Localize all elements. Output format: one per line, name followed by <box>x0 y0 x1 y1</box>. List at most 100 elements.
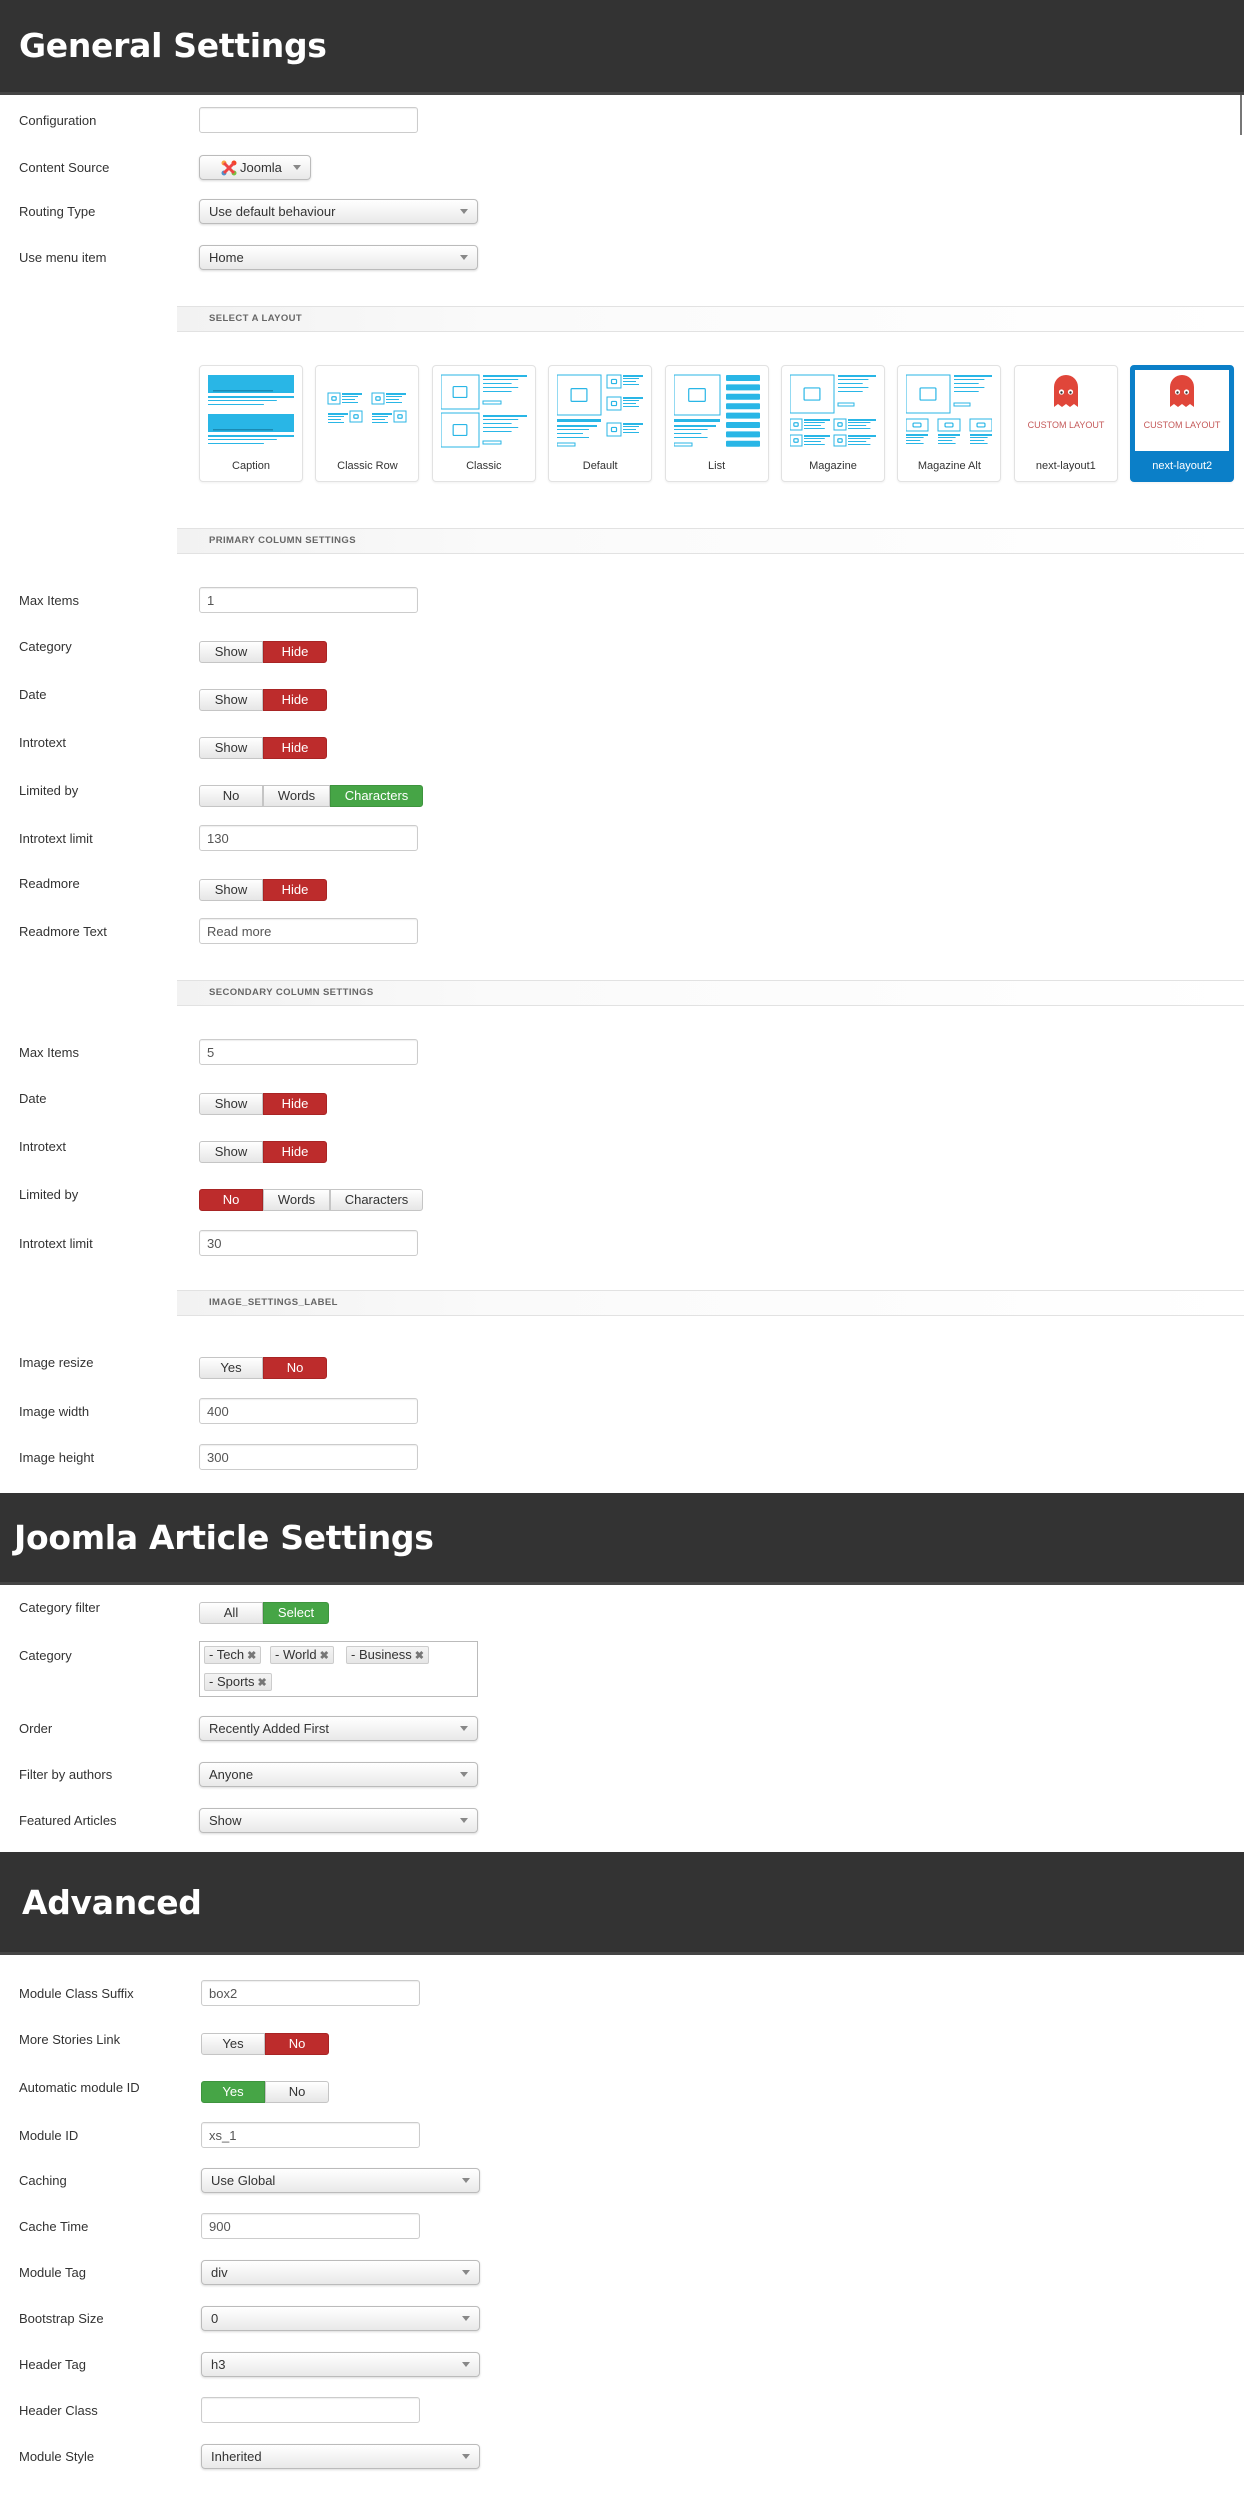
primary-introtext-limit-label: Introtext limit <box>19 831 93 846</box>
secondary-column-heading: SECONDARY COLUMN SETTINGS <box>177 980 1244 1006</box>
secondary-date-label: Date <box>19 1091 47 1106</box>
layout-card-magazine[interactable]: Magazine <box>781 365 885 482</box>
order-select[interactable]: Recently Added First <box>199 1716 478 1741</box>
close-icon[interactable]: ✖ <box>415 1650 424 1662</box>
option-characters[interactable]: Characters <box>330 785 423 807</box>
cache-time-input[interactable] <box>201 2213 420 2239</box>
heading-text: PRIMARY COLUMN SETTINGS <box>209 535 356 546</box>
option-no[interactable]: No <box>263 1357 327 1379</box>
module-style-value: Inherited <box>211 2449 262 2464</box>
primary-introtext-limit-input[interactable] <box>199 825 418 851</box>
option-hide[interactable]: Hide <box>263 641 327 663</box>
option-no[interactable]: No <box>199 1189 263 1211</box>
cache-time-label: Cache Time <box>19 2219 89 2234</box>
routing-type-value: Use default behaviour <box>209 204 336 219</box>
primary-introtext-toggle[interactable]: Show Hide <box>199 737 327 759</box>
option-words[interactable]: Words <box>263 1189 330 1211</box>
featured-articles-select[interactable]: Show <box>199 1808 478 1833</box>
secondary-max-items-input[interactable] <box>199 1039 418 1065</box>
category-tag: - Sports ✖ <box>204 1673 272 1691</box>
close-icon[interactable]: ✖ <box>247 1650 256 1662</box>
layout-name: Default <box>582 460 618 472</box>
option-show[interactable]: Show <box>199 689 263 711</box>
module-id-input[interactable] <box>201 2122 420 2148</box>
bootstrap-size-select[interactable]: 0 <box>201 2306 480 2331</box>
option-yes[interactable]: Yes <box>199 1357 263 1379</box>
option-hide[interactable]: Hide <box>263 1141 327 1163</box>
caching-select[interactable]: Use Global <box>201 2168 480 2193</box>
order-label: Order <box>19 1721 53 1736</box>
option-show[interactable]: Show <box>199 1141 263 1163</box>
option-all[interactable]: All <box>199 1602 263 1624</box>
chevron-down-icon <box>460 255 468 260</box>
header-tag-select[interactable]: h3 <box>201 2352 480 2377</box>
image-resize-label: Image resize <box>19 1355 94 1370</box>
secondary-limited-by-toggle[interactable]: No Words Characters <box>199 1189 423 1211</box>
option-words[interactable]: Words <box>263 785 330 807</box>
option-characters[interactable]: Characters <box>330 1189 423 1211</box>
secondary-introtext-limit-input[interactable] <box>199 1230 418 1256</box>
routing-type-select[interactable]: Use default behaviour <box>199 199 478 224</box>
primary-readmore-text-input[interactable] <box>199 918 418 944</box>
image-height-input[interactable] <box>199 1444 418 1470</box>
class-suffix-input[interactable] <box>201 1980 420 2006</box>
option-select[interactable]: Select <box>263 1602 329 1624</box>
layout-card-next-layout1[interactable]: CUSTOM LAYOUT next-layout1 <box>1013 365 1118 482</box>
close-icon[interactable]: ✖ <box>320 1650 329 1662</box>
option-hide[interactable]: Hide <box>263 879 327 901</box>
layout-card-classic[interactable]: Classic <box>431 365 536 482</box>
option-show[interactable]: Show <box>199 641 263 663</box>
layout-card-default[interactable]: Default <box>548 365 653 482</box>
layout-card-next-layout2[interactable]: CUSTOM LAYOUT next-layout2 <box>1130 365 1235 482</box>
primary-readmore-toggle[interactable]: Show Hide <box>199 879 327 901</box>
option-no[interactable]: No <box>199 785 263 807</box>
use-menu-item-select[interactable]: Home <box>199 245 478 270</box>
option-hide[interactable]: Hide <box>263 737 327 759</box>
option-hide[interactable]: Hide <box>263 689 327 711</box>
option-yes[interactable]: Yes <box>201 2033 265 2055</box>
auto-module-id-toggle[interactable]: Yes No <box>201 2081 329 2103</box>
secondary-introtext-limit-label: Introtext limit <box>19 1236 93 1251</box>
tag-label: - Business <box>351 1647 412 1662</box>
featured-articles-label: Featured Articles <box>19 1813 117 1828</box>
filter-authors-select[interactable]: Anyone <box>199 1762 478 1787</box>
option-hide[interactable]: Hide <box>263 1093 327 1115</box>
content-source-value: Joomla <box>240 160 282 175</box>
image-width-input[interactable] <box>199 1398 418 1424</box>
module-style-select[interactable]: Inherited <box>201 2444 480 2469</box>
layout-card-list[interactable]: List <box>664 365 769 482</box>
chevron-down-icon <box>460 1726 468 1731</box>
layout-card-caption[interactable]: Caption <box>199 365 303 482</box>
module-tag-select[interactable]: div <box>201 2260 480 2285</box>
image-resize-toggle[interactable]: Yes No <box>199 1357 327 1379</box>
option-show[interactable]: Show <box>199 1093 263 1115</box>
primary-max-items-label: Max Items <box>19 593 79 608</box>
layout-card-classic-row[interactable]: Classic Row <box>315 365 420 482</box>
option-yes[interactable]: Yes <box>201 2081 265 2103</box>
layout-card-magazine-alt[interactable]: Magazine Alt <box>897 365 1002 482</box>
configuration-input[interactable] <box>199 107 418 133</box>
secondary-date-toggle[interactable]: Show Hide <box>199 1093 327 1115</box>
close-icon[interactable]: ✖ <box>258 1677 267 1689</box>
primary-max-items-input[interactable] <box>199 587 418 613</box>
auto-module-id-label: Automatic module ID <box>19 2080 140 2095</box>
option-show[interactable]: Show <box>199 879 263 901</box>
primary-limited-by-toggle[interactable]: No Words Characters <box>199 785 423 807</box>
caching-label: Caching <box>19 2173 67 2188</box>
chevron-down-icon <box>462 2362 470 2367</box>
secondary-introtext-toggle[interactable]: Show Hide <box>199 1141 327 1163</box>
primary-date-toggle[interactable]: Show Hide <box>199 689 327 711</box>
caching-value: Use Global <box>211 2173 276 2188</box>
category-tag-input[interactable]: - Tech ✖ - World ✖ - Business ✖ - Sports ✖ <box>199 1641 478 1697</box>
option-no[interactable]: No <box>265 2081 329 2103</box>
option-show[interactable]: Show <box>199 737 263 759</box>
category-filter-toggle[interactable]: All Select <box>199 1602 329 1624</box>
content-source-select[interactable]: Joomla <box>199 155 311 180</box>
option-no[interactable]: No <box>265 2033 329 2055</box>
primary-category-toggle[interactable]: Show Hide <box>199 641 327 663</box>
section-title: Advanced <box>22 1883 202 1922</box>
image-width-label: Image width <box>19 1404 90 1419</box>
routing-type-label: Routing Type <box>19 204 96 219</box>
more-stories-toggle[interactable]: Yes No <box>201 2033 329 2055</box>
header-class-input[interactable] <box>201 2397 420 2423</box>
